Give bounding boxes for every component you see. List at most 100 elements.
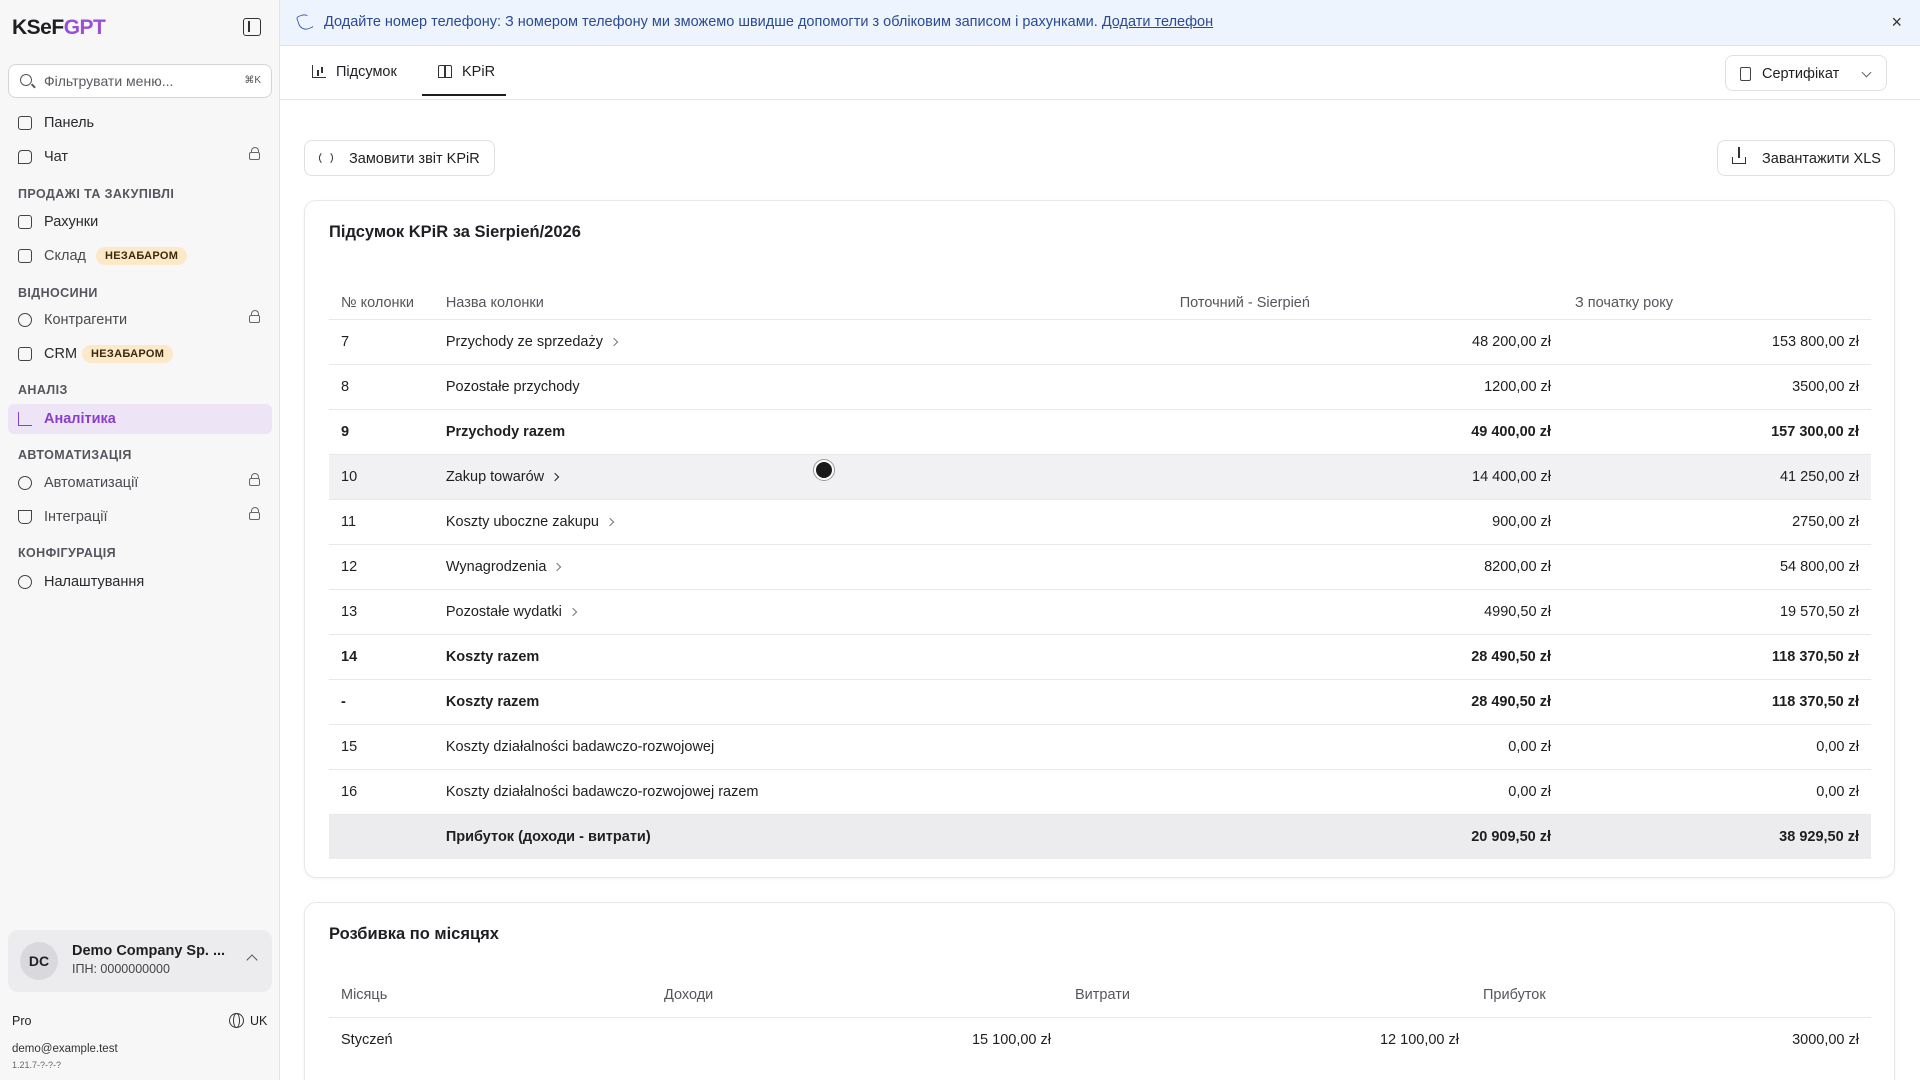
row-current: 4990,50 zł xyxy=(1167,588,1564,634)
row-name: Pozostałe przychody xyxy=(433,363,1168,409)
row-month: Styczeń xyxy=(329,1016,652,1062)
sidebar-item-label: Чат xyxy=(44,149,69,165)
monthly-title: Розбивка по місяцях xyxy=(329,925,499,943)
download-xls-label: Завантажити XLS xyxy=(1762,151,1881,167)
header-month: Місяць xyxy=(341,986,388,1003)
chevron-up-icon xyxy=(246,954,258,966)
language-switcher[interactable]: UK xyxy=(230,1014,267,1028)
table-row-profit-total: Прибуток (доходи - витрати) 20 909,50 zł… xyxy=(329,813,1871,859)
row-name: Koszty razem xyxy=(433,633,1168,679)
logo-ksef: KSeF xyxy=(12,16,64,39)
table-row[interactable]: 7 Przychody ze sprzedaży 48 200,00 zł 15… xyxy=(329,318,1871,364)
soon-badge: НЕЗАБАРОМ xyxy=(96,247,188,265)
chevron-right-icon[interactable] xyxy=(568,607,578,616)
sidebar-item-label: Автоматизації xyxy=(44,475,139,491)
row-col-no: 12 xyxy=(329,543,434,589)
row-current: 0,00 zł xyxy=(1167,768,1564,814)
sidebar-item-panel[interactable]: Панель xyxy=(8,108,272,138)
banner-text: Додайте номер телефону: З номером телефо… xyxy=(324,14,1098,30)
certificate-dropdown[interactable]: Сертифікат xyxy=(1725,55,1887,91)
app-logo[interactable]: KSeFGPT xyxy=(12,16,106,40)
table-row[interactable]: 13 Pozostałe wydatki 4990,50 zł 19 570,5… xyxy=(329,588,1871,634)
row-name: Koszty uboczne zakupu xyxy=(445,513,599,530)
section-config: КОНФІГУРАЦІЯ xyxy=(18,546,117,560)
close-icon[interactable]: × xyxy=(1891,12,1902,33)
header-col-no: № колонки xyxy=(341,294,414,311)
sidebar-item-label: Інтеграції xyxy=(44,509,108,525)
user-email: demo@example.test xyxy=(12,1043,118,1055)
sidebar-item-analytics[interactable]: Аналітика xyxy=(8,404,272,434)
bar-chart-icon xyxy=(18,412,32,426)
chevron-right-icon[interactable] xyxy=(605,517,615,526)
sidebar-collapse-icon[interactable] xyxy=(243,18,261,36)
sidebar-item-label: CRM xyxy=(44,346,78,362)
row-current: 8200,00 zł xyxy=(1167,543,1564,589)
active-tab-indicator xyxy=(422,94,506,96)
header-income: Доходи xyxy=(664,986,714,1003)
sidebar-item-warehouse[interactable]: Склад НЕЗАБАРОМ xyxy=(8,241,272,271)
row-ytd: 2750,00 zł xyxy=(1563,498,1871,544)
sidebar-item-automation[interactable]: Автоматизації xyxy=(8,468,272,498)
sidebar-item-integrations[interactable]: Інтеграції xyxy=(8,502,272,532)
row-expenses: 12 100,00 zł xyxy=(1063,1016,1471,1062)
contact-card-icon xyxy=(18,347,32,361)
kpir-summary-card: Підсумок KPiR за Sierpień/2026 № колонки… xyxy=(304,200,1895,878)
sidebar-item-chat[interactable]: Чат xyxy=(8,142,272,172)
header-profit: Прибуток xyxy=(1483,986,1546,1003)
certificate-label: Сертифікат xyxy=(1762,66,1840,82)
table-row: - Koszty razem 28 490,50 zł 118 370,50 z… xyxy=(329,678,1871,724)
row-ytd: 0,00 zł xyxy=(1563,723,1871,769)
certificate-icon xyxy=(1740,67,1751,81)
row-ytd: 118 370,50 zł xyxy=(1563,633,1871,679)
menu-filter-input[interactable] xyxy=(44,71,234,91)
row-current: 28 490,50 zł xyxy=(1167,678,1564,724)
phone-icon xyxy=(295,12,315,32)
summary-title: Підсумок KPiR за Sierpień/2026 xyxy=(329,223,581,241)
refresh-icon xyxy=(319,151,333,165)
sidebar-item-label: Контрагенти xyxy=(44,312,128,328)
row-ytd: 3500,00 zł xyxy=(1563,363,1871,409)
table-header-row: Місяць Доходи Витрати Прибуток xyxy=(329,973,1871,1017)
chevron-right-icon[interactable] xyxy=(609,337,619,346)
chat-icon xyxy=(18,150,32,164)
row-current: 20 909,50 zł xyxy=(1167,813,1564,859)
sidebar-item-contractors[interactable]: Контрагенти xyxy=(8,305,272,335)
menu-filter[interactable]: ⌘K xyxy=(8,64,272,98)
add-phone-link[interactable]: Додати телефон xyxy=(1102,14,1213,30)
table-row: 16 Koszty działalności badawczo-rozwojow… xyxy=(329,768,1871,814)
sidebar-item-invoices[interactable]: Рахунки xyxy=(8,207,272,237)
company-nip: ІПН: 0000000000 xyxy=(72,962,170,976)
lock-icon xyxy=(249,473,260,486)
table-row[interactable]: 11 Koszty uboczne zakupu 900,00 zł 2750,… xyxy=(329,498,1871,544)
app-version: 1.21.7-?-?-? xyxy=(12,1060,62,1070)
avatar: DC xyxy=(20,942,58,980)
row-col-no: 11 xyxy=(329,498,434,544)
monthly-table: Місяць Доходи Витрати Прибуток Styczeń 1… xyxy=(329,973,1871,1062)
download-xls-button[interactable]: Завантажити XLS xyxy=(1717,140,1895,176)
table-row[interactable]: 12 Wynagrodzenia 8200,00 zł 54 800,00 zł xyxy=(329,543,1871,589)
sidebar-item-settings[interactable]: Налаштування xyxy=(8,567,272,597)
table-row[interactable]: 10 Zakup towarów 14 400,00 zł 41 250,00 … xyxy=(329,453,1871,499)
sidebar-item-label: Склад xyxy=(44,248,86,264)
row-current: 49 400,00 zł xyxy=(1167,408,1564,454)
book-icon xyxy=(438,65,452,78)
sidebar-item-crm[interactable]: CRM НЕЗАБАРОМ xyxy=(8,339,272,369)
row-current: 900,00 zł xyxy=(1167,498,1564,544)
sidebar-item-label: Панель xyxy=(44,115,95,131)
row-current: 1200,00 zł xyxy=(1167,363,1564,409)
row-name-cell: Koszty uboczne zakupu xyxy=(433,498,1168,544)
row-col-no: 9 xyxy=(329,408,434,454)
order-report-button[interactable]: Замовити звіт KPiR xyxy=(304,140,495,176)
section-sales: ПРОДАЖІ ТА ЗАКУПІВЛІ xyxy=(18,187,175,201)
company-name: Demo Company Sp. ... xyxy=(72,943,226,959)
chevron-right-icon[interactable] xyxy=(553,562,562,571)
row-col-no: 7 xyxy=(329,318,434,364)
chevron-down-icon xyxy=(1861,67,1872,78)
row-col-no xyxy=(329,813,434,859)
chevron-right-icon[interactable] xyxy=(550,472,560,481)
row-name-cell: Przychody ze sprzedaży xyxy=(433,318,1168,364)
row-name: Pozostałe wydatki xyxy=(445,603,562,620)
row-ytd: 54 800,00 zł xyxy=(1563,543,1871,589)
chart-icon xyxy=(312,65,326,78)
company-switcher[interactable]: DC Demo Company Sp. ... ІПН: 0000000000 xyxy=(8,930,272,992)
